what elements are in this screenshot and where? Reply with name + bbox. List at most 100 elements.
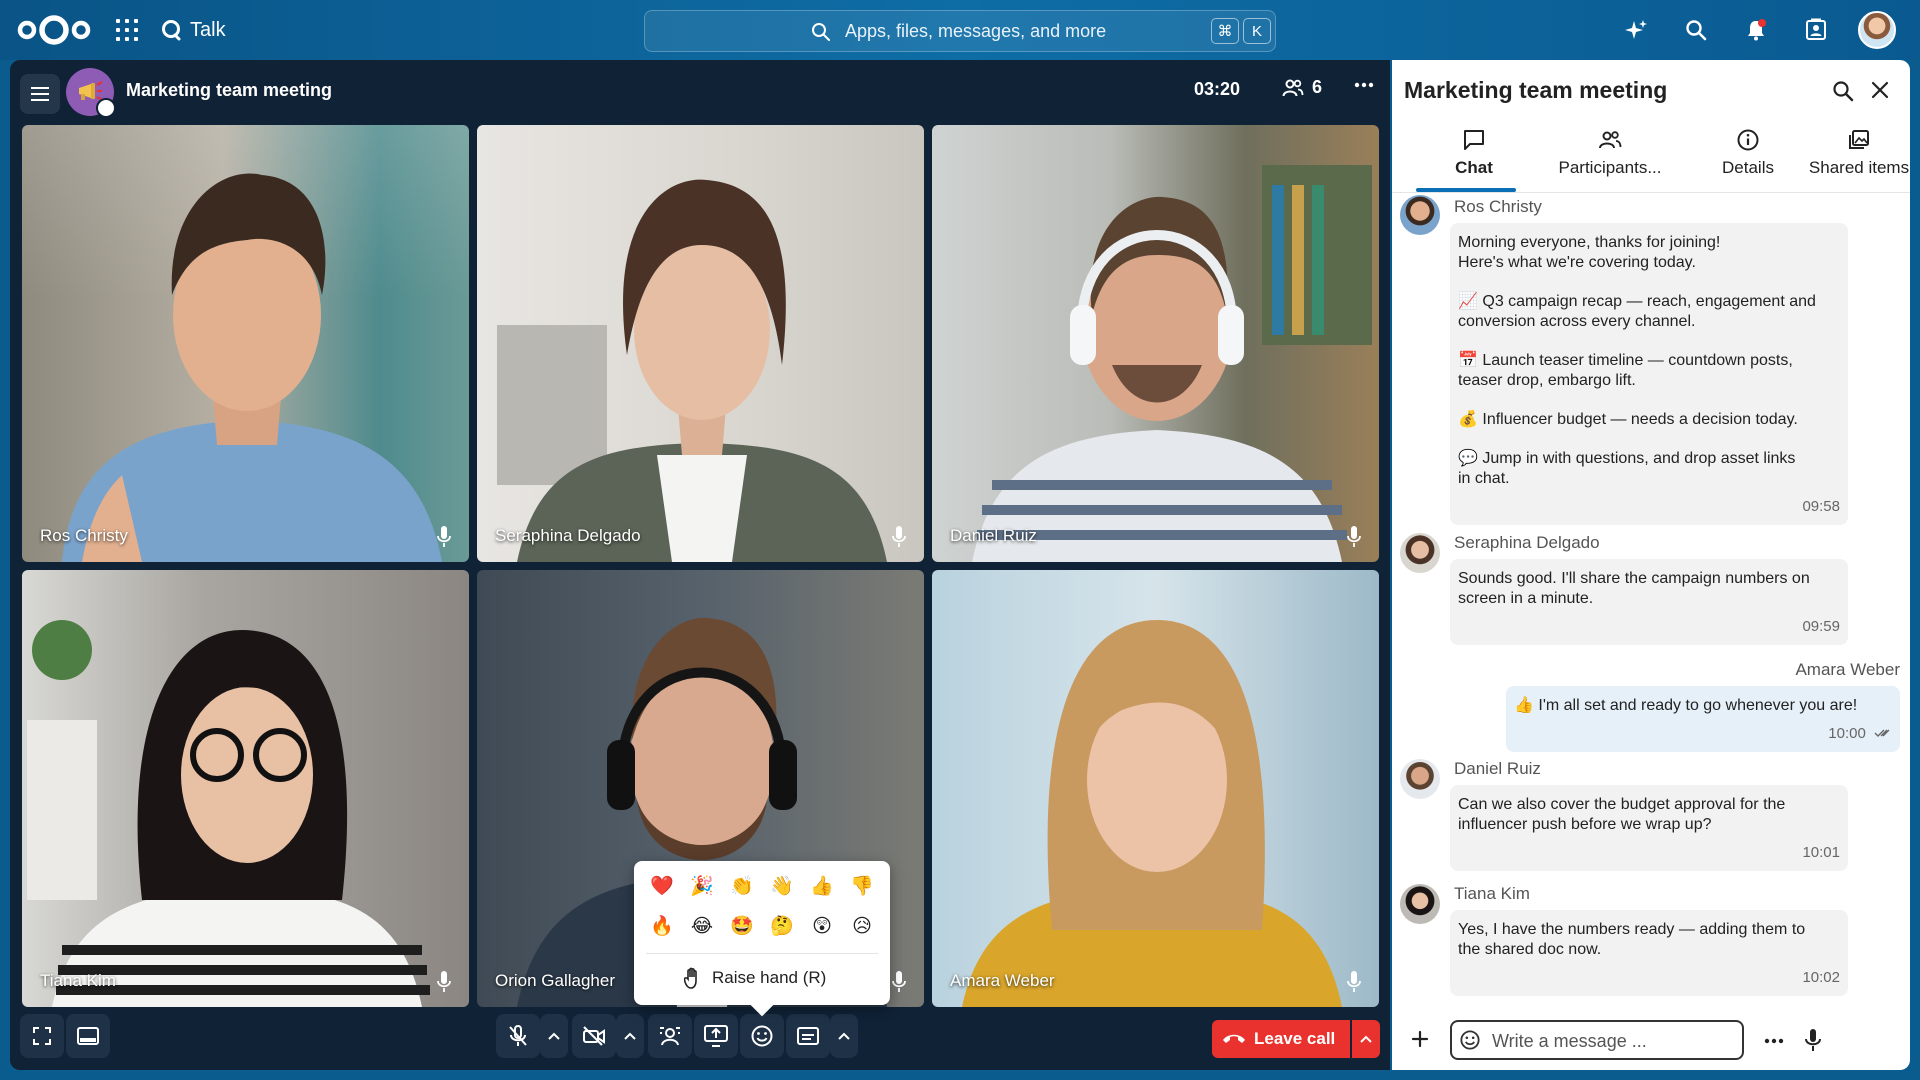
notifications-bell-icon[interactable] [1744,18,1768,42]
talk-icon [162,20,181,41]
reaction-surprised[interactable]: 😲 [802,909,842,943]
reaction-laugh[interactable]: 😂 [682,909,722,943]
video-tile[interactable]: Amara Weber [932,570,1379,1007]
message-line: 📈 Q3 campaign recap — reach, engagement … [1458,293,1816,310]
call-header: Marketing team meeting 03:20 6 [10,60,1390,124]
search-icon[interactable] [1832,80,1854,102]
fullscreen-icon [33,1027,51,1045]
participant-silhouette [962,620,1342,1007]
video-settings-caret[interactable] [616,1014,644,1058]
unified-search[interactable]: Apps, files, messages, and more ⌘ K [644,10,1276,52]
sidebar-tabs: Chat Participants... Details Shared item… [1404,128,1909,190]
tab-participants[interactable]: Participants... [1536,128,1684,190]
conversation-sidebar: Marketing team meeting Chat Participants… [1392,60,1910,1070]
tab-label: Participants... [1558,158,1662,177]
tab-shared-items[interactable]: Shared items [1796,128,1920,190]
audio-settings-caret[interactable] [540,1014,568,1058]
raise-hand-label: Raise hand (R) [712,968,827,987]
avatar[interactable] [1400,759,1440,799]
participant-name: Ros Christy [40,526,128,545]
message-bubble[interactable]: Morning everyone, thanks for joining! He… [1450,223,1848,525]
app-grid-icon[interactable] [116,19,138,41]
message-time: 09:58 [1802,498,1840,515]
message-line: the shared doc now. [1458,941,1602,958]
add-attachment-icon[interactable] [1410,1029,1430,1049]
tab-details[interactable]: Details [1698,128,1798,190]
reaction-thumbs-up[interactable]: 👍 [802,869,842,903]
reaction-sad[interactable]: 😥 [842,909,882,943]
reaction-thinking[interactable]: 🤔 [762,909,802,943]
assistant-sparkle-icon[interactable] [1624,18,1648,42]
more-options-icon[interactable] [1354,82,1374,88]
fullscreen-button[interactable] [20,1014,64,1058]
message-time: 10:00 [1514,724,1892,744]
participant-name: Daniel Ruiz [950,526,1037,545]
emoji-picker-icon[interactable] [1460,1030,1480,1050]
message-placeholder: Write a message ... [1492,1031,1647,1051]
leave-call-button[interactable]: Leave call [1212,1020,1350,1058]
leave-call-options-caret[interactable] [1352,1020,1380,1058]
tab-chat[interactable]: Chat [1434,128,1514,190]
message-line-gap [1458,430,1840,449]
participant-count: 6 [1312,77,1323,97]
message-bubble[interactable]: Yes, I have the numbers ready — adding t… [1450,910,1848,996]
participants-count-button[interactable]: 6 [1282,77,1322,98]
avatar[interactable] [1400,195,1440,235]
nextcloud-logo[interactable] [16,12,92,48]
message-line: Can we also cover the budget approval fo… [1458,796,1786,813]
reaction-thumbs-down[interactable]: 👎 [842,869,882,903]
message-time: 09:59 [1802,618,1840,635]
message-line: 📅 Launch teaser timeline — countdown pos… [1458,352,1793,369]
mute-microphone-button[interactable] [496,1014,540,1058]
search-icon[interactable] [1684,18,1708,42]
reaction-wave[interactable]: 👋 [762,869,802,903]
emoji-icon [751,1025,773,1047]
layout-icon [77,1027,99,1045]
message-bubble[interactable]: 👍 I'm all set and ready to go whenever y… [1506,686,1900,752]
hang-up-icon [1223,1034,1245,1043]
message-time-text: 10:00 [1828,725,1866,742]
public-link-icon [96,98,116,118]
avatar[interactable] [1400,884,1440,924]
chevron-up-icon [548,1032,560,1040]
avatar[interactable] [1400,533,1440,573]
reaction-party[interactable]: 🎉 [682,869,722,903]
people-icon [1282,79,1304,96]
message-line: 💬 Jump in with questions, and drop asset… [1458,450,1796,467]
microphone-icon [1347,971,1361,992]
share-screen-button[interactable] [694,1014,738,1058]
more-options-icon[interactable] [1764,1038,1784,1044]
people-icon [1599,131,1622,149]
reaction-clap[interactable]: 👏 [722,869,762,903]
captions-button[interactable] [786,1014,830,1058]
close-icon[interactable] [1870,80,1890,100]
layout-toggle-button[interactable] [66,1014,110,1058]
toggle-camera-button[interactable] [572,1014,616,1058]
call-title: Marketing team meeting [126,80,333,100]
message-bubble[interactable]: Can we also cover the budget approval fo… [1450,785,1848,871]
talk-app-link[interactable]: Talk [160,15,226,45]
message-line-gap [1458,391,1840,410]
message-input[interactable]: Write a message ... [1450,1020,1744,1060]
video-tile[interactable]: Daniel Ruiz [932,125,1379,562]
video-tile[interactable]: Seraphina Delgado [477,125,924,562]
contacts-icon[interactable] [1804,18,1828,42]
video-tile[interactable]: Ros Christy [22,125,469,562]
raise-hand-button[interactable]: Raise hand (R) [684,967,826,989]
message-line: teaser drop, embargo lift. [1458,372,1636,389]
read-checkmarks-icon [1874,729,1890,737]
reaction-heart[interactable]: ❤️ [642,869,682,903]
reaction-star-struck[interactable]: 🤩 [722,909,762,943]
reactions-button[interactable] [740,1014,784,1058]
more-controls-caret[interactable] [830,1014,858,1058]
voice-message-icon[interactable] [1804,1028,1822,1052]
video-tile[interactable]: Tiana Kim [22,570,469,1007]
participant-name: Tiana Kim [40,971,116,990]
user-avatar[interactable] [1858,11,1896,49]
reaction-fire[interactable]: 🔥 [642,909,682,943]
microphone-icon [1347,526,1361,547]
menu-toggle-button[interactable] [20,74,60,114]
background-blur-button[interactable] [648,1014,692,1058]
message-bubble[interactable]: Sounds good. I'll share the campaign num… [1450,559,1848,645]
tab-label: Details [1722,158,1774,177]
